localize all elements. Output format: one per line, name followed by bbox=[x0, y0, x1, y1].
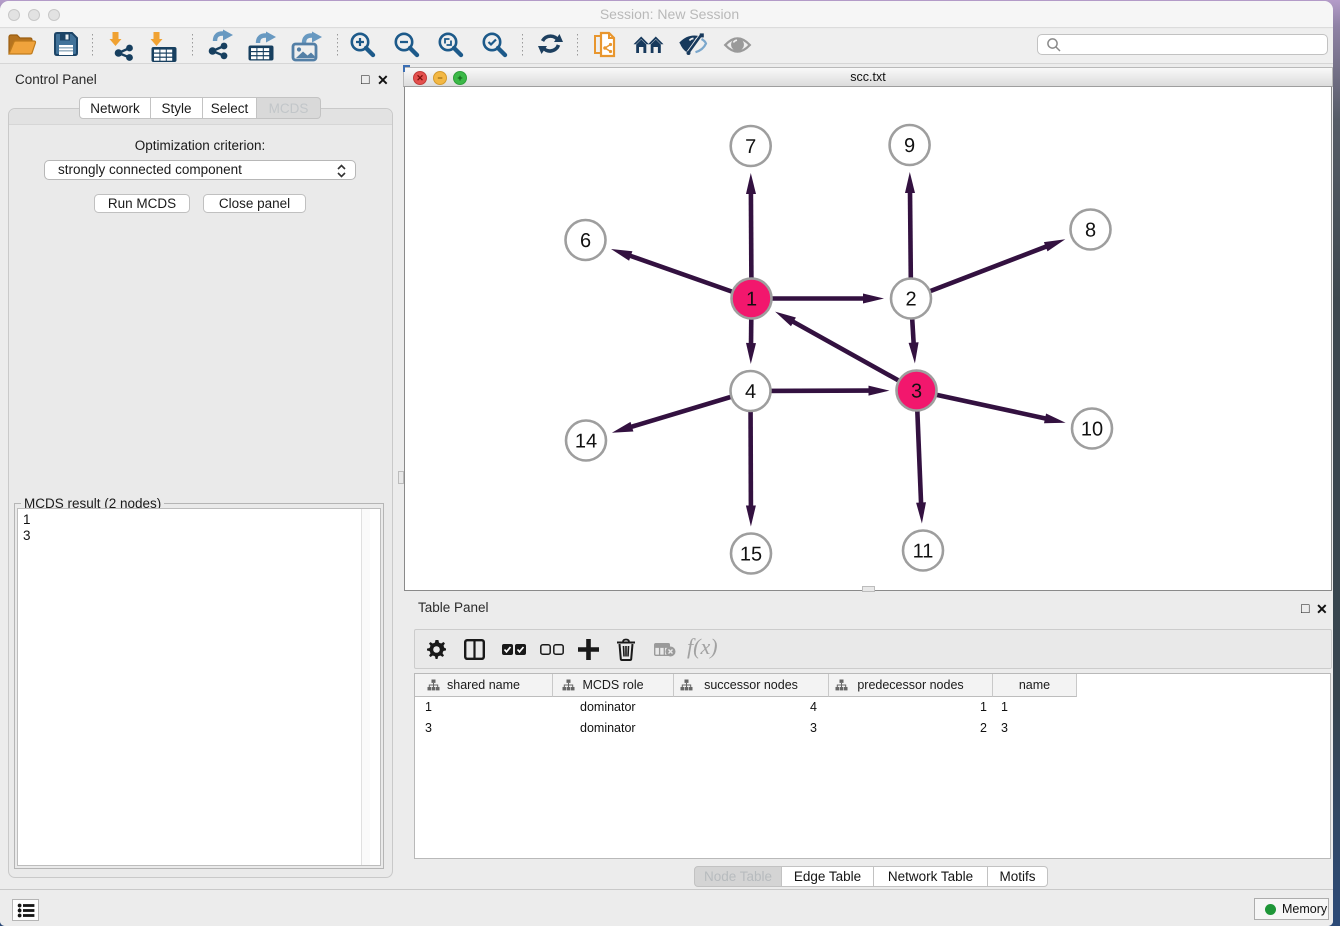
svg-text:8: 8 bbox=[1085, 220, 1096, 242]
svg-text:9: 9 bbox=[904, 135, 915, 157]
svg-text:15: 15 bbox=[740, 544, 762, 566]
svg-text:1: 1 bbox=[746, 289, 757, 311]
svg-text:11: 11 bbox=[913, 541, 934, 563]
svg-text:2: 2 bbox=[905, 289, 916, 311]
svg-text:4: 4 bbox=[745, 381, 756, 403]
svg-text:10: 10 bbox=[1081, 419, 1103, 441]
svg-text:7: 7 bbox=[745, 136, 756, 158]
svg-text:3: 3 bbox=[911, 381, 922, 403]
svg-text:14: 14 bbox=[575, 431, 597, 453]
svg-text:6: 6 bbox=[580, 230, 591, 252]
